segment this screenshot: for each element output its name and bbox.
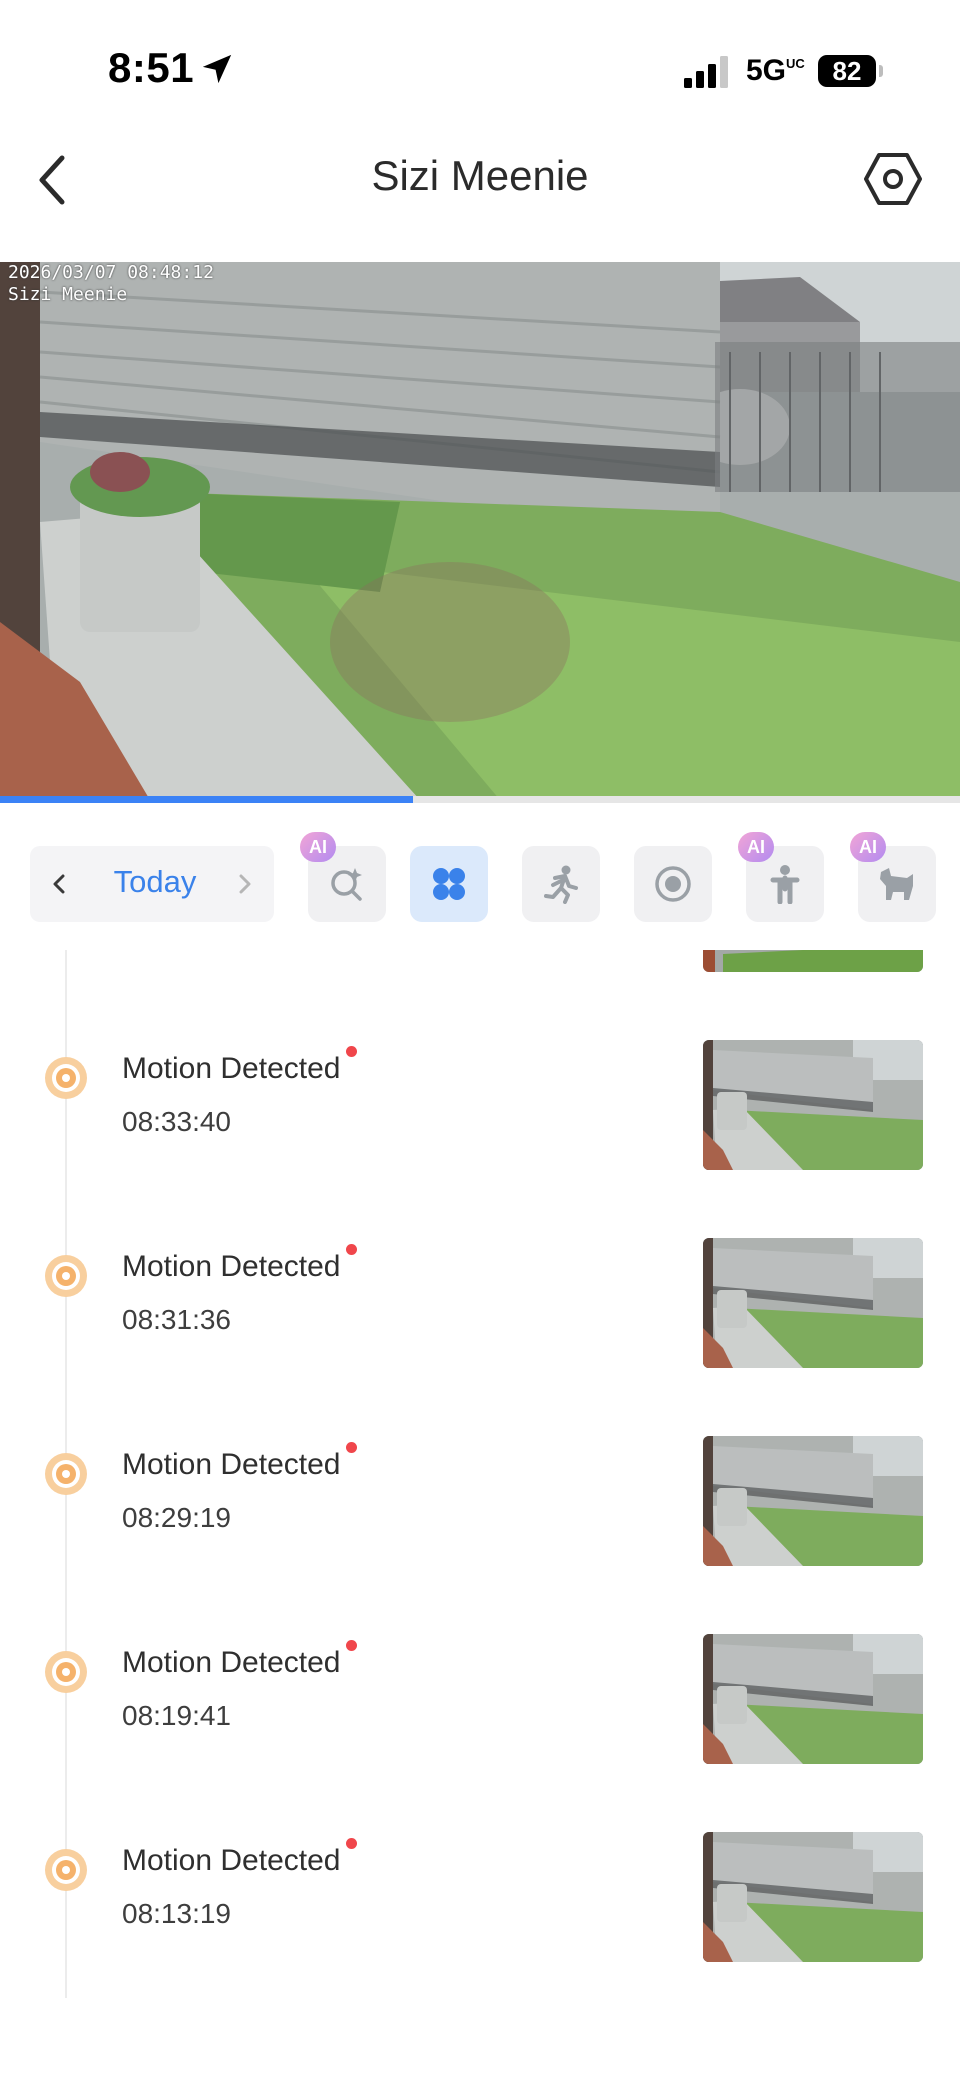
event-thumbnail[interactable] bbox=[703, 1436, 923, 1566]
event-title: Motion Detected bbox=[122, 1448, 341, 1481]
thumbnail-image bbox=[703, 1238, 923, 1368]
unread-dot bbox=[346, 1640, 357, 1651]
playback-progress-bar[interactable] bbox=[0, 796, 960, 803]
event-title: Motion Detected bbox=[122, 1052, 341, 1085]
timeline-event-item[interactable]: Motion Detected 08:13:19 bbox=[0, 1832, 960, 1962]
battery-cap-icon bbox=[879, 65, 883, 77]
previous-day-button[interactable] bbox=[44, 864, 74, 904]
event-time: 08:13:19 bbox=[122, 1898, 231, 1929]
motion-event-icon bbox=[45, 1453, 87, 1495]
thumbnail-image bbox=[703, 950, 923, 972]
ai-badge: AI bbox=[850, 832, 886, 862]
cellular-signal-icon bbox=[684, 56, 728, 88]
motion-event-icon bbox=[45, 1849, 87, 1891]
network-sub-label: UC bbox=[786, 56, 805, 71]
filter-pet[interactable]: AI bbox=[850, 832, 936, 922]
event-thumbnail-partial[interactable] bbox=[703, 950, 923, 972]
network-type: 5G bbox=[746, 54, 787, 87]
event-thumbnail[interactable] bbox=[703, 1040, 923, 1170]
date-label[interactable]: Today bbox=[80, 864, 230, 900]
filter-motion[interactable] bbox=[522, 846, 600, 922]
event-time: 08:33:40 bbox=[122, 1106, 231, 1137]
filter-ai-search[interactable]: AI bbox=[300, 832, 386, 922]
timeline-event-item[interactable]: Motion Detected 08:29:19 bbox=[0, 1436, 960, 1566]
event-title: Motion Detected bbox=[122, 1250, 341, 1283]
filter-all-events[interactable] bbox=[410, 846, 488, 922]
event-time: 08:31:36 bbox=[122, 1304, 231, 1335]
timeline-event-item[interactable]: Motion Detected 08:33:40 bbox=[0, 1040, 960, 1170]
event-thumbnail[interactable] bbox=[703, 1634, 923, 1764]
filter-recording[interactable] bbox=[634, 846, 712, 922]
record-icon bbox=[655, 866, 691, 902]
unread-dot bbox=[346, 1244, 357, 1255]
next-day-button[interactable] bbox=[230, 864, 260, 904]
camera-video-player[interactable]: 2026/03/07 08:48:12 Sizi Meenie bbox=[0, 262, 960, 800]
unread-dot bbox=[346, 1838, 357, 1849]
unread-dot bbox=[346, 1046, 357, 1057]
event-title: Motion Detected bbox=[122, 1844, 341, 1877]
timeline-event-item[interactable]: Motion Detected 08:19:41 bbox=[0, 1634, 960, 1764]
motion-event-icon bbox=[45, 1255, 87, 1297]
running-person-icon bbox=[544, 865, 578, 904]
filter-person[interactable]: AI bbox=[738, 832, 824, 922]
ai-search-icon bbox=[331, 868, 362, 901]
overlay-timestamp: 2026/03/07 08:48:12 bbox=[8, 262, 214, 283]
status-time: 8:51 bbox=[108, 44, 195, 91]
event-thumbnail[interactable] bbox=[703, 1832, 923, 1962]
timeline-event-item[interactable]: Motion Detected 08:31:36 bbox=[0, 1238, 960, 1368]
unread-dot bbox=[346, 1442, 357, 1453]
person-icon bbox=[770, 865, 800, 904]
thumbnail-image bbox=[703, 1436, 923, 1566]
thumbnail-image bbox=[703, 1634, 923, 1764]
location-arrow-icon bbox=[202, 54, 232, 84]
app-header: Sizi Meenie bbox=[0, 130, 960, 260]
ai-badge: AI bbox=[738, 832, 774, 862]
event-timeline[interactable]: Motion Detected 08:33:40 Motion Detected 08… bbox=[0, 950, 960, 2082]
status-bar: 8:51 5G UC 82 bbox=[0, 0, 960, 130]
page-title: Sizi Meenie bbox=[371, 152, 589, 199]
motion-event-icon bbox=[45, 1057, 87, 1099]
thumbnail-image bbox=[703, 1832, 923, 1962]
event-title: Motion Detected bbox=[122, 1646, 341, 1679]
pet-icon bbox=[880, 868, 913, 900]
motion-event-icon bbox=[45, 1651, 87, 1693]
hexagon-settings-icon bbox=[864, 153, 922, 205]
overlay-camera-name: Sizi Meenie bbox=[8, 284, 128, 305]
thumbnail-image bbox=[703, 1040, 923, 1170]
ai-badge: AI bbox=[300, 832, 336, 862]
event-thumbnail[interactable] bbox=[703, 1238, 923, 1368]
event-filter-bar: Today AI AI AI bbox=[0, 820, 960, 950]
settings-button[interactable] bbox=[862, 148, 924, 210]
event-time: 08:19:41 bbox=[122, 1700, 231, 1731]
event-time: 08:29:19 bbox=[122, 1502, 231, 1533]
camera-feed-image bbox=[0, 262, 960, 800]
grid-icon bbox=[433, 868, 465, 900]
date-selector: Today bbox=[30, 846, 274, 922]
video-timestamp-overlay: 2026/03/07 08:48:12 Sizi Meenie bbox=[8, 262, 214, 306]
battery-level: 82 bbox=[818, 55, 876, 87]
playback-progress-fill bbox=[0, 796, 413, 803]
